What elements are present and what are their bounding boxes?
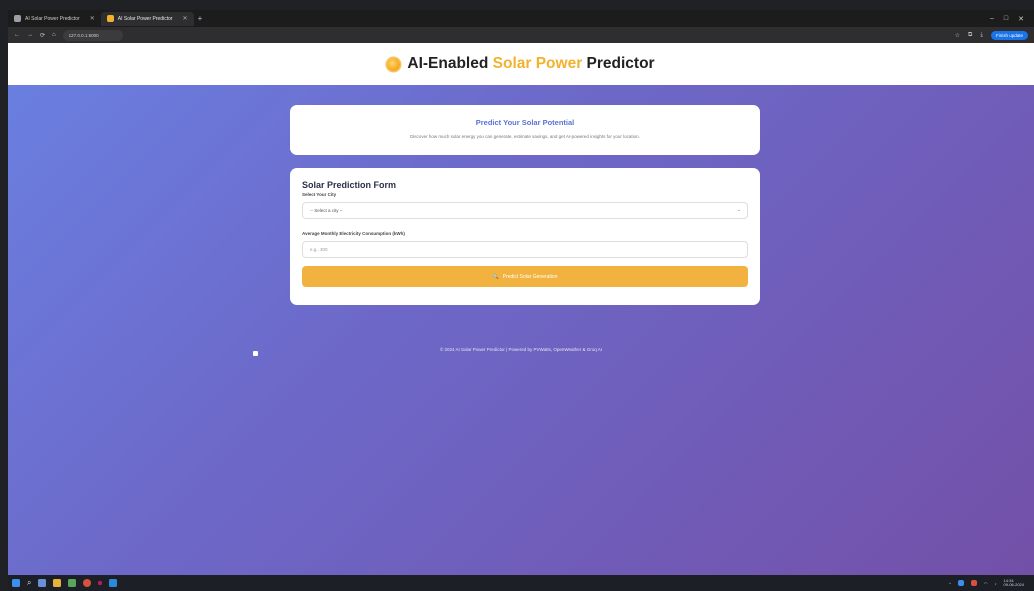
task-view-icon[interactable] — [38, 579, 47, 587]
consumption-label: Average Monthly Electricity Consumption … — [302, 231, 405, 236]
update-button[interactable]: Finish update — [990, 30, 1028, 40]
predict-button[interactable]: 🔍 Predict Solar Generation — [302, 266, 748, 287]
url-text: 127.0.0.1:5000 — [68, 32, 99, 38]
city-select-value: -- Select a city -- — [310, 208, 343, 213]
title-highlight: Solar Power — [492, 55, 583, 72]
city-select[interactable]: -- Select a city -- ⌄ — [302, 202, 748, 219]
chevron-down-icon: ⌄ — [736, 207, 741, 213]
browser-tab-2[interactable]: AI Solar Power Predictor ✕ — [100, 11, 194, 26]
forward-icon[interactable]: → — [27, 32, 33, 38]
page-title: AI-Enabled Solar Power Predictor — [407, 55, 654, 73]
intro-description: Discover how much solar energy you can g… — [410, 134, 640, 139]
predict-button-label: Predict Solar Generation — [502, 273, 558, 280]
search-icon: 🔍 — [492, 273, 499, 280]
volume-icon[interactable]: ♪ — [995, 581, 997, 586]
title-suffix: Predictor — [586, 55, 655, 72]
back-icon[interactable]: ← — [14, 32, 20, 38]
tray-app-icon[interactable] — [971, 580, 978, 586]
file-explorer-icon[interactable] — [53, 579, 62, 587]
page-footer: © 2024 AI Solar Power Predictor | Powere… — [439, 347, 603, 352]
system-tray: ^ ◠ ♪ 14:34 09-06-2024 — [949, 578, 1030, 588]
taskbar: ⌕ ^ ◠ ♪ 14:34 09-06-2024 — [8, 575, 1034, 591]
intro-card: Predict Your Solar Potential Discover ho… — [290, 105, 760, 155]
vscode-icon[interactable] — [109, 579, 118, 587]
tray-app-icon[interactable] — [958, 580, 965, 586]
desktop-screen: AI Solar Power Predictor ✕ AI Solar Powe… — [0, 0, 1034, 591]
browser-tab-1[interactable]: AI Solar Power Predictor ✕ — [8, 12, 101, 26]
tray-date: 09-06-2024 — [1003, 582, 1024, 587]
store-icon[interactable] — [68, 579, 77, 587]
tab-label: AI Solar Power Predictor — [25, 15, 80, 22]
window-controls: – □ ✕ — [990, 15, 1034, 23]
intro-heading: Predict Your Solar Potential — [475, 118, 575, 127]
tab-favicon-icon — [106, 15, 114, 22]
browser-toolbar: ← → ⟳ ⌂ 127.0.0.1:5000 ☆ ⧉ ⤓ Finish upda… — [8, 27, 1034, 43]
tab-favicon-icon — [14, 15, 21, 22]
chrome-icon[interactable] — [83, 579, 92, 587]
close-window-icon[interactable]: ✕ — [1018, 15, 1024, 23]
mouse-cursor — [253, 351, 258, 356]
site-header: AI-Enabled Solar Power Predictor — [8, 43, 1034, 85]
main-content: Predict Your Solar Potential Discover ho… — [8, 85, 1034, 575]
browser-tabbar: AI Solar Power Predictor ✕ AI Solar Powe… — [8, 10, 1034, 27]
tab-close-icon[interactable]: ✕ — [183, 15, 188, 22]
consumption-placeholder: e.g., 300 — [310, 247, 328, 252]
sun-icon — [387, 57, 401, 71]
clock[interactable]: 14:34 09-06-2024 — [1003, 578, 1024, 588]
extensions-icon[interactable]: ⧉ — [968, 32, 972, 39]
downloads-icon[interactable]: ⤓ — [980, 32, 983, 39]
maximize-icon[interactable]: □ — [1004, 15, 1008, 23]
prediction-form: Solar Prediction Form Select Your City -… — [290, 168, 760, 305]
city-label: Select Your City — [302, 192, 337, 197]
home-icon[interactable]: ⌂ — [52, 32, 56, 38]
star-icon[interactable]: ☆ — [955, 32, 960, 39]
reload-icon[interactable]: ⟳ — [40, 32, 45, 39]
app-icon[interactable] — [98, 581, 103, 585]
windows-start-icon[interactable] — [12, 579, 20, 587]
minimize-icon[interactable]: – — [990, 15, 994, 23]
web-page: AI-Enabled Solar Power Predictor Predict… — [8, 43, 1034, 575]
consumption-input[interactable]: e.g., 300 — [302, 241, 748, 258]
form-title: Solar Prediction Form — [302, 180, 397, 190]
new-tab-button[interactable]: + — [198, 14, 203, 23]
tab-close-icon[interactable]: ✕ — [90, 15, 95, 22]
search-icon[interactable]: ⌕ — [27, 578, 31, 588]
chevron-up-icon[interactable]: ^ — [949, 581, 951, 586]
title-prefix: AI-Enabled — [407, 55, 489, 72]
wifi-icon[interactable]: ◠ — [984, 581, 988, 586]
tab-label: AI Solar Power Predictor — [117, 15, 173, 22]
toolbar-right: ☆ ⧉ ⤓ Finish update — [955, 30, 1028, 40]
address-bar[interactable]: 127.0.0.1:5000 — [62, 29, 123, 41]
